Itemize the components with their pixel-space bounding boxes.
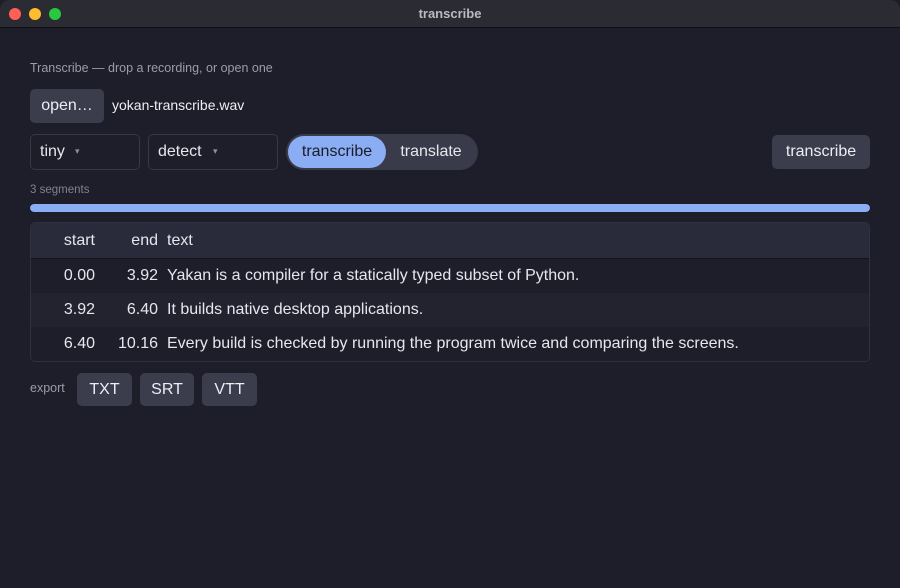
progress-bar xyxy=(30,204,870,212)
segments-table: start end text 0.00 3.92 Yakan is a comp… xyxy=(30,222,870,362)
segment-count: 3 segments xyxy=(30,184,90,196)
table-header: start end text xyxy=(31,223,869,259)
row-end: 6.40 xyxy=(126,301,158,318)
row-text: Every build is checked by running the pr… xyxy=(167,335,739,352)
model-select-value: tiny xyxy=(40,143,65,160)
chevron-down-icon: ▾ xyxy=(75,146,80,156)
table-row[interactable]: 3.92 6.40 It builds native desktop appli… xyxy=(31,293,869,327)
column-header-text[interactable]: text xyxy=(167,223,193,259)
language-select-value: detect xyxy=(158,143,202,160)
column-header-end[interactable]: end xyxy=(131,223,158,259)
app-window: transcribe Transcribe — drop a recording… xyxy=(0,0,900,588)
transcribe-button[interactable]: transcribe xyxy=(772,135,870,169)
row-end: 3.92 xyxy=(126,267,158,284)
export-vtt-button[interactable]: VTT xyxy=(202,373,257,406)
row-start: 3.92 xyxy=(63,301,95,318)
progress-fill xyxy=(30,204,870,212)
mode-transcribe[interactable]: transcribe xyxy=(288,136,386,168)
language-select[interactable]: detect ▾ xyxy=(148,134,278,170)
window-title: transcribe xyxy=(418,6,482,21)
export-label: export xyxy=(30,381,65,395)
table-row[interactable]: 0.00 3.92 Yakan is a compiler for a stat… xyxy=(31,259,869,293)
file-name: yokan-transcribe.wav xyxy=(112,97,245,113)
drop-hint: Transcribe — drop a recording, or open o… xyxy=(30,61,273,75)
row-text: Yakan is a compiler for a statically typ… xyxy=(167,267,580,284)
column-header-start[interactable]: start xyxy=(64,223,95,259)
mode-toggle: transcribe translate xyxy=(286,134,478,170)
model-select[interactable]: tiny ▾ xyxy=(30,134,140,170)
row-start: 0.00 xyxy=(63,267,95,284)
title-bar[interactable]: transcribe xyxy=(0,0,900,28)
table-row[interactable]: 6.40 10.16 Every build is checked by run… xyxy=(31,327,869,361)
row-start: 6.40 xyxy=(63,335,95,352)
row-end: 10.16 xyxy=(117,335,158,352)
mode-translate[interactable]: translate xyxy=(386,136,476,168)
row-text: It builds native desktop applications. xyxy=(167,301,424,318)
open-file-button[interactable]: open… xyxy=(30,89,104,123)
export-srt-button[interactable]: SRT xyxy=(140,373,194,406)
export-txt-button[interactable]: TXT xyxy=(77,373,132,406)
chevron-down-icon: ▾ xyxy=(213,146,218,156)
